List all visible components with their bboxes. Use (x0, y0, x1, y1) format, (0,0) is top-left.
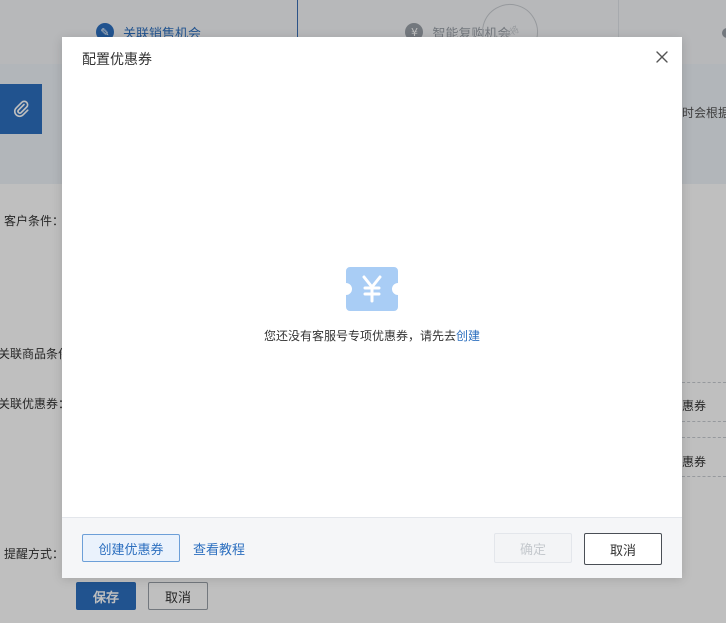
cancel-button[interactable]: 取消 (584, 533, 662, 565)
dialog-footer: 创建优惠券 查看教程 确定 取消 (62, 517, 682, 578)
dialog-title: 配置优惠券 (82, 52, 152, 68)
empty-state-text: 您还没有客服号专项优惠券，请先去 (263, 329, 456, 343)
create-coupon-button[interactable]: 创建优惠券 (82, 534, 180, 562)
configure-coupon-dialog: 配置优惠券 您还没有客服号专项优惠券，请先去创建 创建优惠券 查看教程 确定 取… (62, 37, 682, 578)
close-icon[interactable] (652, 47, 672, 67)
confirm-button[interactable]: 确定 (494, 533, 572, 563)
view-tutorial-link[interactable]: 查看教程 (193, 539, 245, 558)
coupon-ticket-icon (346, 267, 398, 311)
create-link[interactable]: 创建 (456, 329, 480, 343)
empty-state-message: 您还没有客服号专项优惠券，请先去创建 (62, 327, 682, 344)
